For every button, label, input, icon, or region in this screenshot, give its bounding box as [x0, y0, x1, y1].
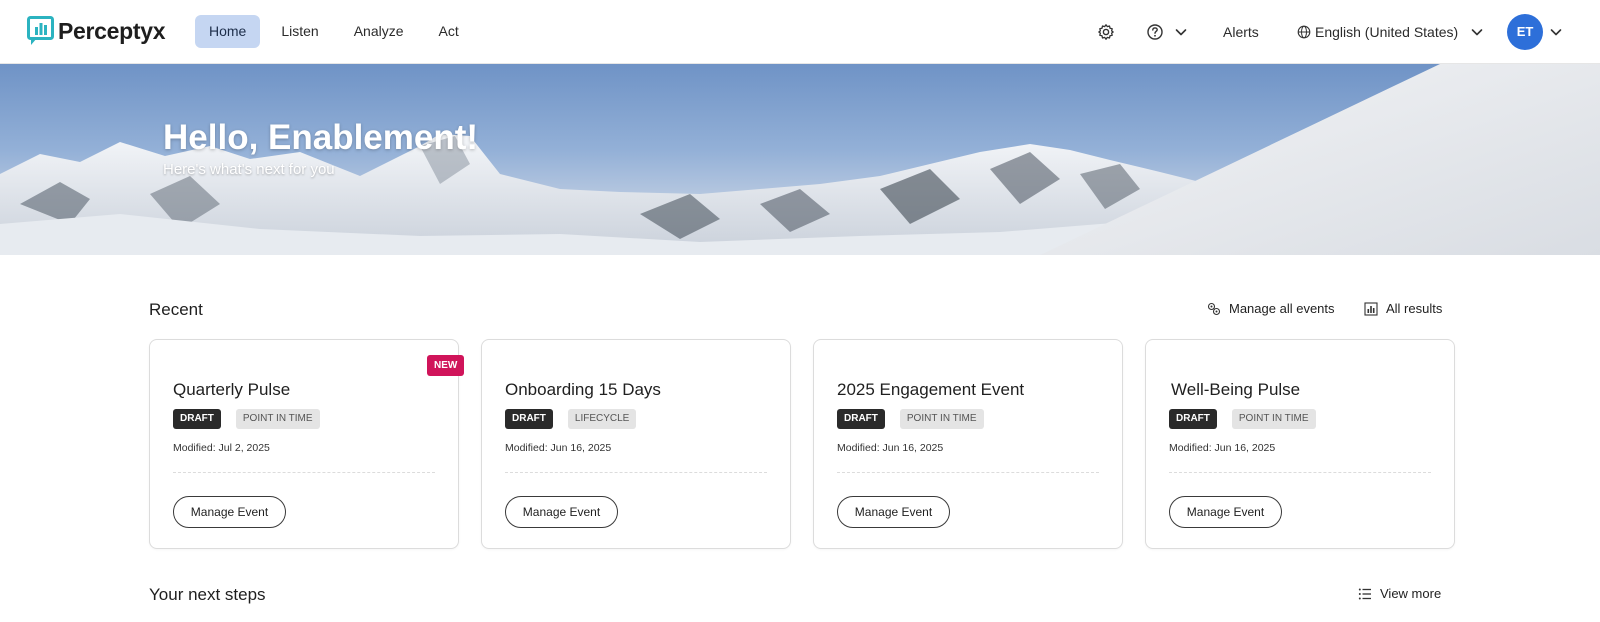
nav-home[interactable]: Home [195, 15, 261, 48]
alerts-link[interactable]: Alerts [1223, 24, 1259, 40]
main-nav: Home Listen Analyze Act [195, 15, 480, 48]
event-type-badge: POINT IN TIME [235, 409, 320, 429]
manage-event-button[interactable]: Manage Event [173, 496, 286, 528]
manage-all-events-label: Manage all events [1229, 301, 1335, 316]
language-selector[interactable]: English (United States) [1297, 23, 1486, 41]
nav-listen[interactable]: Listen [267, 15, 332, 48]
modified-date: Modified: Jul 2, 2025 [173, 442, 270, 454]
modified-date: Modified: Jun 16, 2025 [505, 442, 612, 454]
hero-banner: Hello, Enablement! Here's what's next fo… [0, 64, 1600, 255]
event-card[interactable]: Well-Being Pulse DRAFT POINT IN TIME Mod… [1145, 339, 1455, 549]
question-circle-icon[interactable] [1146, 23, 1164, 41]
language-label: English (United States) [1315, 24, 1459, 40]
list-icon [1358, 588, 1371, 599]
status-badge: DRAFT [1169, 409, 1217, 429]
mountain-landscape-image [0, 64, 1600, 255]
modified-date: Modified: Jun 16, 2025 [1169, 442, 1276, 454]
recent-section-title: Recent [149, 300, 203, 319]
event-title: 2025 Engagement Event [837, 380, 1025, 399]
event-type-badge: POINT IN TIME [899, 409, 984, 429]
all-results-link[interactable]: All results [1364, 301, 1442, 316]
gears-icon [1207, 302, 1221, 315]
top-navigation-bar: Perceptyx Home Listen Analyze Act Alerts… [0, 0, 1600, 64]
event-type-badge: POINT IN TIME [1231, 409, 1316, 429]
event-card[interactable]: Onboarding 15 Days DRAFT LIFECYCLE Modif… [481, 339, 791, 549]
brand-logo[interactable]: Perceptyx [27, 16, 166, 46]
new-badge: NEW [427, 355, 465, 376]
view-more-link[interactable]: View more [1358, 586, 1441, 601]
globe-icon [1297, 25, 1311, 39]
event-type-badge: LIFECYCLE [567, 409, 637, 429]
view-more-label: View more [1380, 586, 1442, 601]
chevron-down-icon[interactable] [1172, 23, 1190, 41]
status-badge: DRAFT [173, 409, 221, 429]
chevron-down-icon[interactable] [1547, 23, 1565, 41]
logo-icon [27, 16, 54, 45]
card-divider [173, 472, 435, 473]
card-divider [1169, 472, 1431, 473]
manage-event-button[interactable]: Manage Event [1169, 496, 1282, 528]
event-card[interactable]: 2025 Engagement Event DRAFT POINT IN TIM… [813, 339, 1123, 549]
nav-analyze[interactable]: Analyze [340, 15, 418, 48]
card-divider [837, 472, 1099, 473]
nav-act[interactable]: Act [425, 15, 473, 48]
event-title: Well-Being Pulse [1171, 380, 1301, 399]
event-title: Onboarding 15 Days [505, 380, 661, 399]
status-badge: DRAFT [837, 409, 885, 429]
modified-date: Modified: Jun 16, 2025 [837, 442, 944, 454]
hero-subtitle: Here's what's next for you [163, 161, 335, 178]
gear-icon[interactable] [1097, 23, 1115, 41]
manage-all-events-link[interactable]: Manage all events [1207, 301, 1335, 316]
manage-event-button[interactable]: Manage Event [837, 496, 950, 528]
hero-greeting: Hello, Enablement! [163, 118, 479, 157]
bar-chart-icon [1364, 301, 1378, 316]
chevron-down-icon [1471, 29, 1483, 36]
manage-event-button[interactable]: Manage Event [505, 496, 618, 528]
next-steps-section-title: Your next steps [149, 585, 266, 604]
status-badge: DRAFT [505, 409, 553, 429]
all-results-label: All results [1386, 301, 1443, 316]
event-title: Quarterly Pulse [173, 380, 291, 399]
card-divider [505, 472, 767, 473]
brand-name: Perceptyx [58, 17, 166, 44]
event-card[interactable]: Quarterly Pulse DRAFT POINT IN TIME Modi… [149, 339, 459, 549]
user-avatar[interactable]: ET [1507, 14, 1543, 50]
